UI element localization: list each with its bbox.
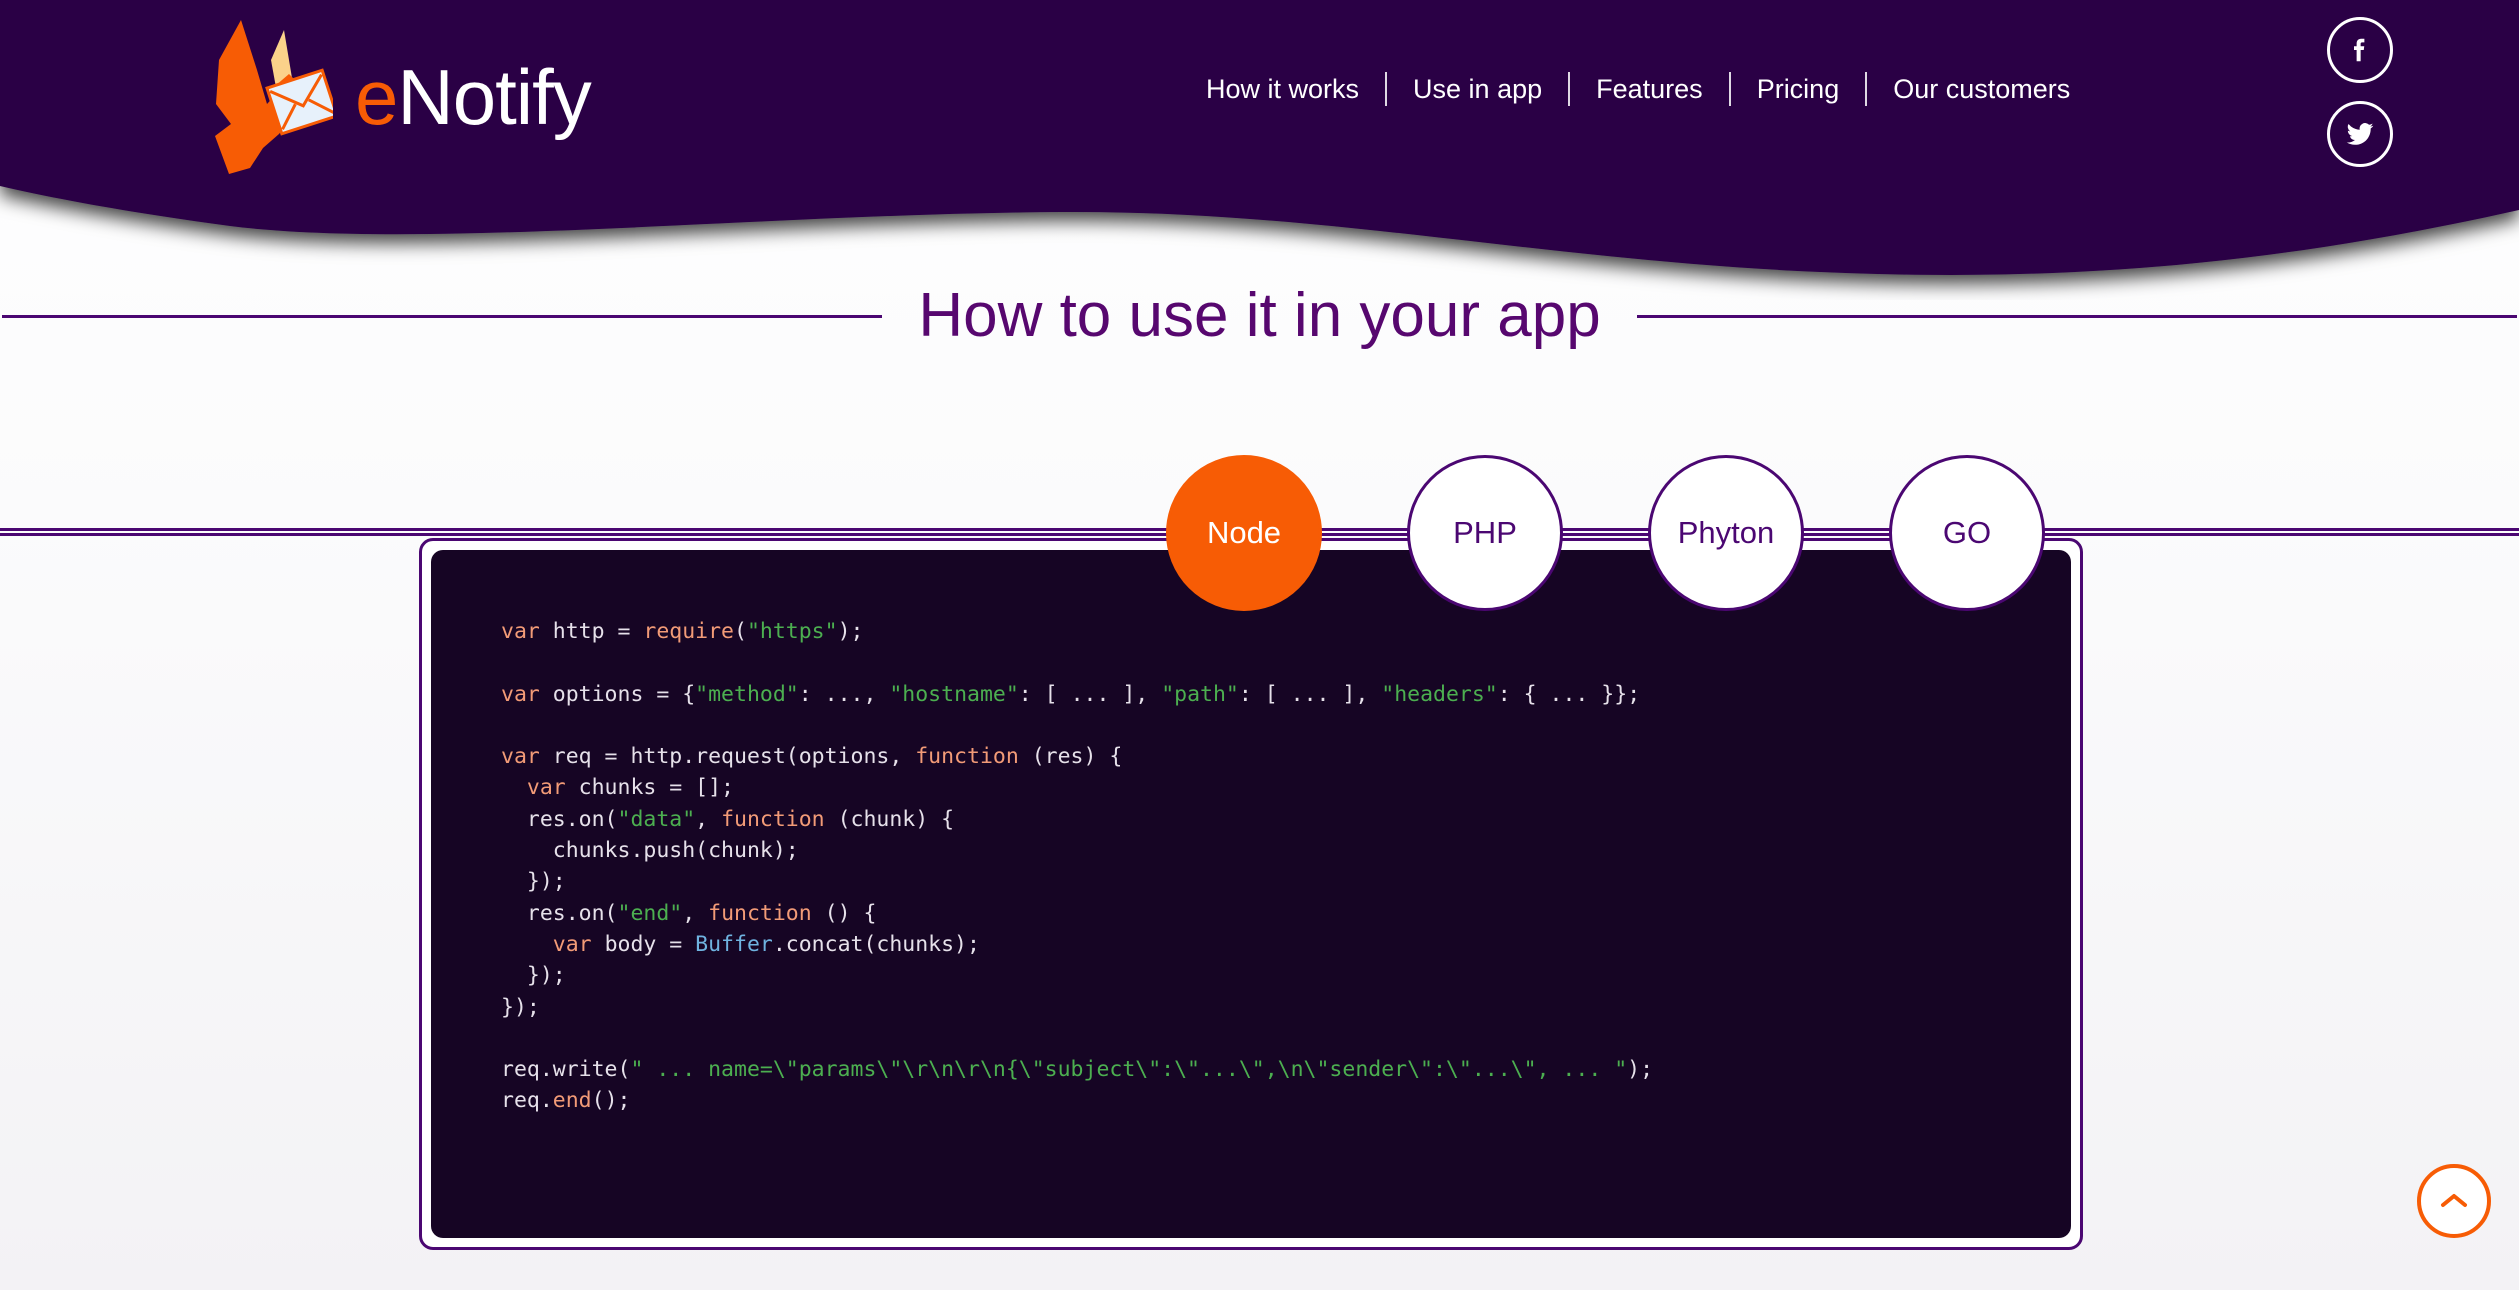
tab-php[interactable]: PHP [1407, 455, 1563, 611]
page-title: How to use it in your app [918, 281, 1601, 350]
code-block: var http = require("https"); var options… [431, 550, 2071, 1238]
brand-logo[interactable]: eNotify [205, 8, 592, 186]
heading-rule-right [1636, 314, 2517, 318]
nav-item-features[interactable]: Features [1570, 75, 1729, 103]
code-content[interactable]: var http = require("https"); var options… [501, 616, 1653, 1117]
chevron-up-icon [2441, 1194, 2467, 1207]
tab-node-label: Node [1206, 515, 1282, 550]
tab-connector-1 [1551, 528, 1661, 536]
tab-go[interactable]: GO [1889, 455, 2045, 611]
tab-phyton-label: Phyton [1677, 515, 1775, 550]
nav-separator [1568, 72, 1571, 106]
twitter-icon [2346, 123, 2374, 145]
brand-prefix: e [355, 53, 398, 141]
twitter-link[interactable] [2327, 101, 2393, 167]
facebook-icon [2354, 38, 2365, 62]
page-root: eNotify How it works Use in app Features… [0, 0, 2519, 1290]
nav-item-our-customers[interactable]: Our customers [1867, 75, 2096, 103]
social-links [2327, 17, 2393, 167]
facebook-link[interactable] [2327, 17, 2393, 83]
section-heading-row: How to use it in your app [0, 285, 2519, 347]
tab-connector-0 [1310, 528, 1420, 536]
tab-node[interactable]: Node [1166, 455, 1322, 611]
nav-separator [1385, 72, 1388, 106]
nav-item-pricing[interactable]: Pricing [1731, 75, 1866, 103]
nav-item-use-in-app[interactable]: Use in app [1387, 75, 1568, 103]
brand-name: eNotify [355, 58, 592, 136]
brand-title: Notify [397, 53, 591, 141]
heading-rule-left [2, 314, 883, 318]
nav-separator [1865, 72, 1868, 106]
tab-connector-2 [1792, 528, 1902, 536]
code-panel: var http = require("https"); var options… [419, 538, 2083, 1250]
tab-go-label: GO [1942, 515, 1992, 550]
tab-phyton[interactable]: Phyton [1648, 455, 1804, 611]
nav-separator [1728, 72, 1731, 106]
nav-item-how-it-works[interactable]: How it works [1180, 75, 1385, 103]
bird-with-envelope-logo-icon [205, 8, 339, 186]
scroll-to-top-button[interactable] [2417, 1164, 2491, 1238]
primary-nav: How it works Use in app Features Pricing… [1180, 72, 2096, 106]
tab-connector-left [0, 528, 1175, 536]
language-tabs: Node PHP Phyton GO [0, 455, 2519, 615]
tab-connector-right [2035, 528, 2519, 536]
tab-php-label: PHP [1453, 515, 1517, 550]
